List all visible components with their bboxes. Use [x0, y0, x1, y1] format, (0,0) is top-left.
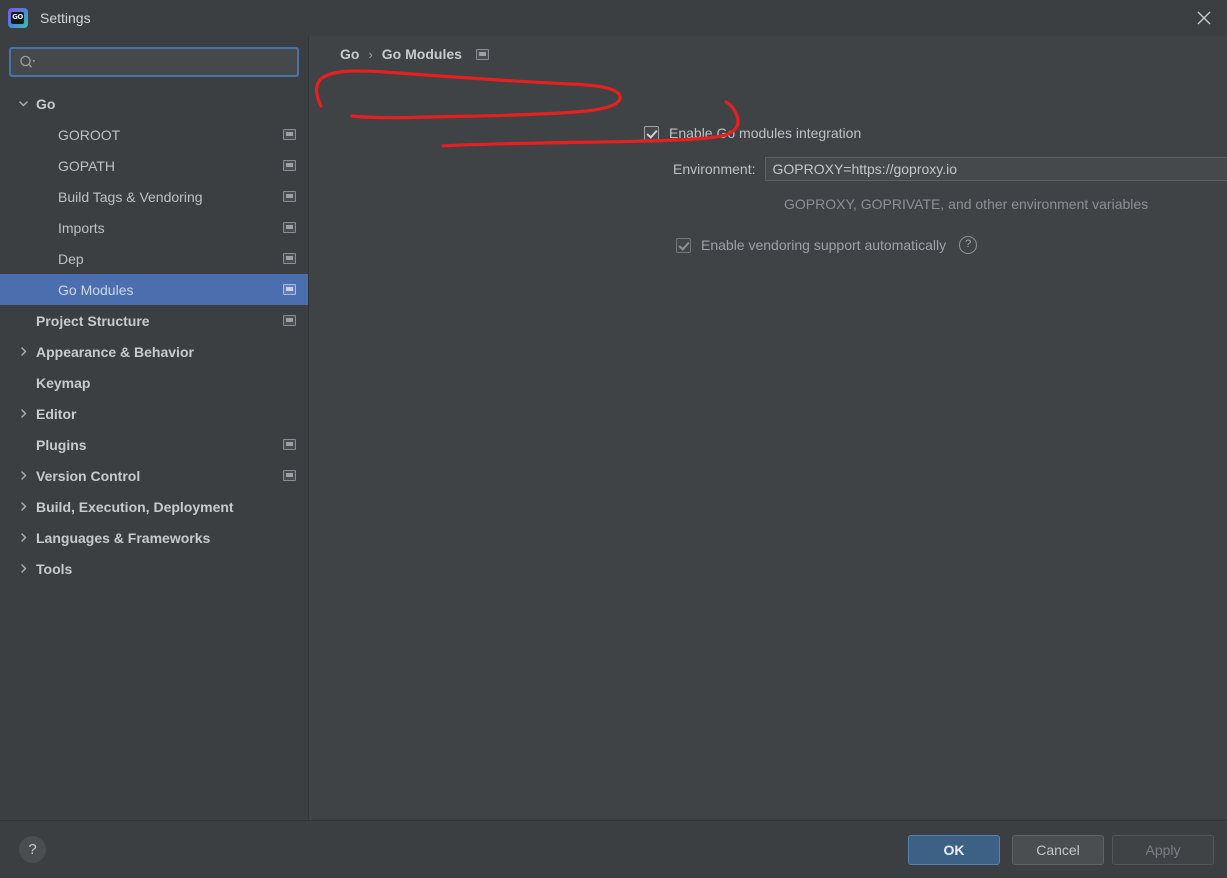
sidebar-item-label: Plugins	[36, 436, 87, 453]
chevron-down-icon[interactable]	[16, 97, 30, 111]
sidebar-item-label: GOPATH	[58, 157, 116, 174]
settings-sidebar: Go GOROOT GOPATH Build Tags & Vendoring Impo…	[0, 36, 309, 820]
sidebar-item-goroot[interactable]: GOROOT	[0, 119, 308, 150]
sidebar-item-gopath[interactable]: GOPATH	[0, 150, 308, 181]
settings-main-panel: Go › Go Modules Enable Go modules integr…	[310, 36, 1227, 820]
sidebar-item-go[interactable]: Go	[0, 88, 308, 119]
sidebar-item-go-modules[interactable]: Go Modules	[0, 274, 308, 305]
search-box[interactable]	[9, 47, 299, 77]
sidebar-item-label: Build Tags & Vendoring	[58, 188, 203, 205]
enable-go-modules-label: Enable Go modules integration	[669, 125, 862, 141]
project-setting-icon	[283, 284, 296, 295]
sidebar-item-label: Go Modules	[58, 281, 134, 298]
sidebar-item-label: Version Control	[36, 467, 141, 484]
project-setting-icon	[283, 129, 296, 140]
close-icon[interactable]	[1181, 0, 1227, 36]
title-bar: GO Settings	[0, 0, 1227, 36]
apply-button: Apply	[1112, 835, 1214, 865]
project-setting-icon	[283, 222, 296, 233]
help-circle-icon[interactable]: ?	[959, 236, 978, 254]
sidebar-item-keymap[interactable]: Keymap	[0, 367, 308, 398]
sidebar-item-editor[interactable]: Editor	[0, 398, 308, 429]
window-title: Settings	[40, 10, 91, 26]
environment-hint: GOPROXY, GOPRIVATE, and other environmen…	[784, 196, 1149, 212]
project-setting-icon	[283, 191, 296, 202]
chevron-right-icon[interactable]	[16, 469, 30, 483]
sidebar-item-project-structure[interactable]: Project Structure	[0, 305, 308, 336]
sidebar-item-label: Go	[36, 95, 56, 112]
sidebar-item-dep[interactable]: Dep	[0, 243, 308, 274]
sidebar-item-label: Tools	[36, 560, 73, 577]
environment-input[interactable]	[766, 159, 1227, 179]
help-button[interactable]: ?	[19, 836, 46, 863]
enable-go-modules-checkbox[interactable]	[644, 125, 659, 141]
sidebar-item-imports[interactable]: Imports	[0, 212, 308, 243]
sidebar-item-label: Dep	[58, 250, 84, 267]
sidebar-item-label: Build, Execution, Deployment	[36, 498, 234, 515]
chevron-right-icon[interactable]	[16, 562, 30, 576]
project-setting-icon	[283, 253, 296, 264]
sidebar-item-plugins[interactable]: Plugins	[0, 429, 308, 460]
breadcrumb: Go › Go Modules	[340, 46, 489, 62]
environment-row: Environment:	[673, 157, 1227, 181]
chevron-right-icon[interactable]	[16, 500, 30, 514]
vendoring-label: Enable vendoring support automatically	[701, 237, 947, 253]
project-setting-icon	[283, 439, 296, 450]
sidebar-item-label: Appearance & Behavior	[36, 343, 194, 360]
search-icon	[19, 55, 36, 69]
search-input[interactable]	[36, 51, 297, 73]
chevron-right-icon[interactable]	[16, 407, 30, 421]
sidebar-item-label: Project Structure	[36, 312, 150, 329]
enable-go-modules-checkbox-row[interactable]: Enable Go modules integration	[644, 125, 861, 141]
sidebar-item-appearance-behavior[interactable]: Appearance & Behavior	[0, 336, 308, 367]
breadcrumb-root[interactable]: Go	[340, 46, 359, 62]
sidebar-item-build-tags-vendoring[interactable]: Build Tags & Vendoring	[0, 181, 308, 212]
project-setting-icon	[283, 470, 296, 481]
sidebar-item-languages-frameworks[interactable]: Languages & Frameworks	[0, 522, 308, 553]
sidebar-item-label: Editor	[36, 405, 77, 422]
sidebar-item-version-control[interactable]: Version Control	[0, 460, 308, 491]
sidebar-item-tools[interactable]: Tools	[0, 553, 308, 584]
environment-field[interactable]	[765, 157, 1227, 181]
goland-icon: GO	[8, 8, 28, 28]
sidebar-item-build-execution-deployment[interactable]: Build, Execution, Deployment	[0, 491, 308, 522]
chevron-right-icon[interactable]	[16, 531, 30, 545]
project-setting-icon	[283, 315, 296, 326]
ok-button[interactable]: OK	[908, 835, 1000, 865]
vendoring-checkbox-row[interactable]: Enable vendoring support automatically ?	[676, 236, 978, 254]
sidebar-item-label: GOROOT	[58, 126, 121, 143]
project-setting-icon	[475, 48, 489, 60]
breadcrumb-separator: ›	[368, 46, 373, 62]
sidebar-item-label: Imports	[58, 219, 105, 236]
breadcrumb-current: Go Modules	[381, 46, 462, 62]
environment-label: Environment:	[673, 161, 756, 177]
settings-tree: Go GOROOT GOPATH Build Tags & Vendoring Impo…	[0, 88, 308, 820]
chevron-right-icon[interactable]	[16, 345, 30, 359]
sidebar-item-label: Languages & Frameworks	[36, 529, 211, 546]
settings-dialog: GO Settings Go GOROOT GOPATH Build Tags & V…	[0, 0, 1227, 878]
goland-icon-text: GO	[12, 13, 23, 21]
project-setting-icon	[283, 160, 296, 171]
cancel-button[interactable]: Cancel	[1012, 835, 1104, 865]
sidebar-item-label: Keymap	[36, 374, 91, 391]
vendoring-checkbox[interactable]	[676, 237, 691, 253]
